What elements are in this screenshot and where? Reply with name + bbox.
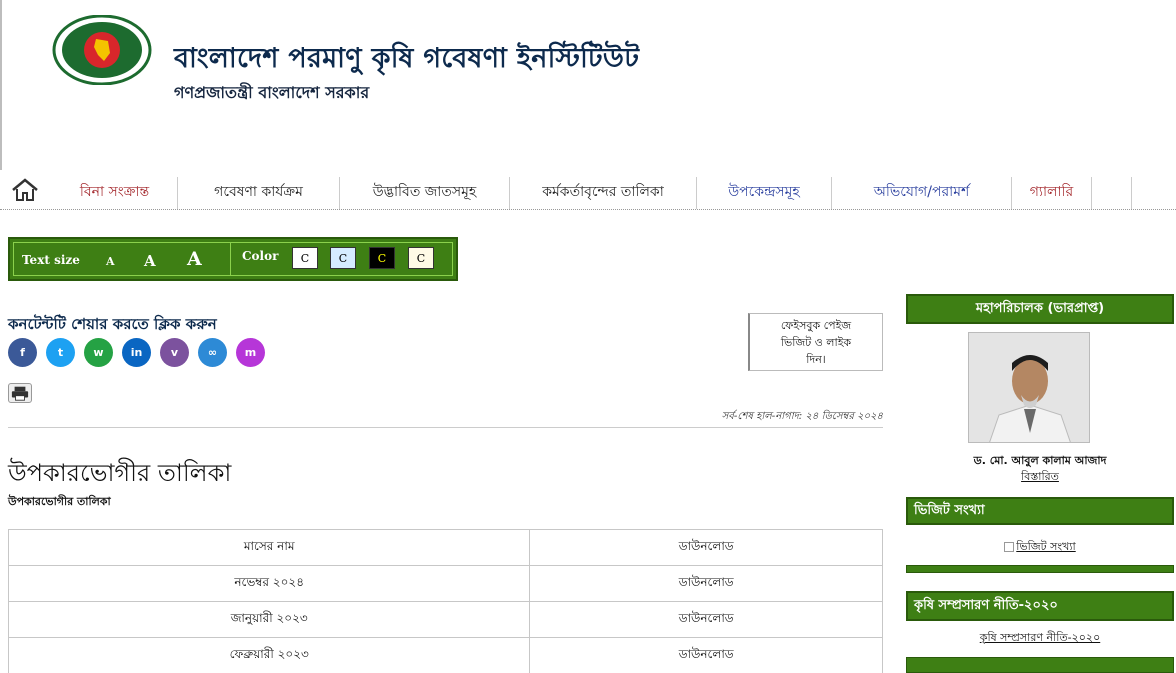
color-scheme-button[interactable]: C: [408, 247, 434, 269]
page: বাংলাদেশ পরমাণু কৃষি গবেষণা ইনস্টিটিউট গ…: [0, 0, 1176, 673]
accessibility-bar: Text size A A A Color CCCC: [8, 237, 458, 281]
home-icon[interactable]: [10, 178, 40, 202]
month-cell: নভেম্বর ২০২৪: [7, 565, 531, 602]
page-subtitle: উপকারভোগীর তালিকা: [8, 495, 111, 508]
link-icon[interactable]: ∞: [198, 338, 227, 367]
facebook-box-line: ফেইসবুক পেইজ: [780, 319, 852, 332]
table-header-row: মাসের নাম ডাউনলোড: [7, 529, 883, 566]
nav-item[interactable]: উদ্ভাবিত জাতসমূহ: [340, 177, 510, 209]
facebook-page-box[interactable]: ফেইসবুক পেইজ ভিজিট ও লাইক দিন।: [748, 313, 883, 371]
broken-image-icon: [1004, 542, 1015, 552]
facebook-icon[interactable]: f: [8, 338, 37, 367]
nav-item[interactable]: গবেষণা কার্যক্রম: [178, 177, 340, 209]
government-seal-logo[interactable]: [52, 15, 152, 85]
text-size-large-button[interactable]: A: [187, 248, 202, 270]
table-row: ফেব্রুয়ারী ২০২৩ ডাউনলোড: [7, 637, 883, 673]
policy-link[interactable]: কৃষি সম্প্রসারণ নীতি-২০২০: [906, 629, 1174, 648]
site-header: বাংলাদেশ পরমাণু কৃষি গবেষণা ইনস্টিটিউট গ…: [0, 0, 1176, 170]
nav-item[interactable]: বিনা সংক্রান্ত: [52, 177, 178, 209]
color-scheme-button[interactable]: C: [369, 247, 395, 269]
viber-icon[interactable]: v: [160, 338, 189, 367]
dg-portrait: [968, 332, 1090, 443]
nav-item[interactable]: গ্যালারি: [1012, 177, 1092, 209]
table-header-cell: মাসের নাম: [7, 529, 531, 566]
visit-counter-alt: ভিজিট সংখ্যা: [1016, 540, 1076, 553]
site-title[interactable]: বাংলাদেশ পরমাণু কৃষি গবেষণা ইনস্টিটিউট: [174, 38, 639, 83]
color-scheme-button[interactable]: C: [292, 247, 318, 269]
share-title: কনটেন্টটি শেয়ার করতে ক্লিক করুন: [8, 315, 217, 333]
nav-spacer: [1092, 177, 1132, 209]
dg-details-link[interactable]: বিস্তারিত: [906, 468, 1174, 487]
text-size-small-button[interactable]: A: [106, 255, 115, 268]
download-link[interactable]: ডাউনলোড: [529, 637, 883, 673]
last-updated: সর্ব-শেষ হাল-নাগাদ: ২৪ ডিসেম্বর ২০২৪: [721, 411, 883, 422]
sidebar-visit-header: ভিজিট সংখ্যা: [906, 497, 1174, 525]
messenger-icon[interactable]: m: [236, 338, 265, 367]
month-cell: ফেব্রুয়ারী ২০২৩: [7, 637, 531, 673]
page-title: উপকারভোগীর তালিকা: [8, 459, 232, 487]
facebook-box-line: ভিজিট ও লাইক: [780, 336, 852, 349]
whatsapp-icon[interactable]: w: [84, 338, 113, 367]
twitter-icon[interactable]: t: [46, 338, 75, 367]
beneficiary-table: মাসের নাম ডাউনলোড নভেম্বর ২০২৪ ডাউনলোড জানুয…: [7, 529, 883, 673]
color-scheme-button[interactable]: C: [330, 247, 356, 269]
table-header-cell: ডাউনলোড: [529, 529, 883, 566]
linkedin-icon[interactable]: in: [122, 338, 151, 367]
text-size-medium-button[interactable]: A: [144, 252, 156, 270]
sidebar-policy-header: কৃষি সম্প্রসারণ নীতি-২০২০: [906, 591, 1174, 621]
sidebar-divider: [906, 565, 1174, 573]
facebook-box-line: দিন।: [806, 353, 826, 366]
sidebar-dg-header: মহাপরিচালক (ভারপ্রাপ্ত): [906, 294, 1174, 324]
main-nav: বিনা সংক্রান্ত গবেষণা কার্যক্রম উদ্ভাবিত জ…: [0, 170, 1176, 210]
download-link[interactable]: ডাউনলোড: [529, 601, 883, 638]
download-link[interactable]: ডাউনলোড: [529, 565, 883, 602]
color-label: Color: [242, 249, 279, 263]
table-row: জানুয়ারী ২০২৩ ডাউনলোড: [7, 601, 883, 638]
print-icon[interactable]: [8, 383, 32, 403]
site-subtitle: গণপ্রজাতন্ত্রী বাংলাদেশ সরকার: [174, 83, 370, 102]
text-size-label: Text size: [22, 253, 80, 267]
nav-item[interactable]: অভিযোগ/পরামর্শ: [832, 177, 1012, 209]
visit-counter-image[interactable]: ভিজিট সংখ্যা: [906, 538, 1174, 557]
table-row: নভেম্বর ২০২৪ ডাউনলোড: [7, 565, 883, 602]
sidebar-next-header: [906, 657, 1174, 673]
divider: [8, 427, 883, 428]
nav-item[interactable]: উপকেন্দ্রসমূহ: [697, 177, 832, 209]
nav-item[interactable]: কর্মকর্তাবৃন্দের তালিকা: [510, 177, 697, 209]
month-cell: জানুয়ারী ২০২৩: [7, 601, 531, 638]
